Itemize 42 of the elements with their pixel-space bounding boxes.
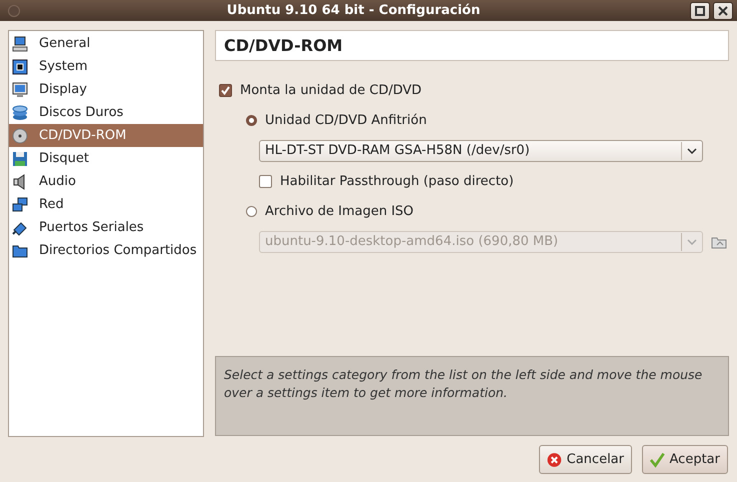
category-item[interactable]: Disquet — [9, 147, 203, 170]
disk-stack-icon — [12, 104, 28, 120]
monitor-icon — [12, 82, 28, 98]
category-item[interactable]: Discos Duros — [9, 101, 203, 124]
plug-icon — [12, 220, 28, 236]
network-icon — [12, 196, 28, 212]
chevron-down-icon — [687, 238, 697, 244]
cancel-button[interactable]: Cancelar — [539, 445, 632, 474]
category-item[interactable]: CD/DVD-ROM — [9, 124, 203, 147]
radio-button[interactable] — [246, 114, 257, 126]
category-item[interactable]: Audio — [9, 170, 203, 193]
radio-label: Archivo de Imagen ISO — [265, 204, 414, 218]
close-icon — [718, 6, 728, 16]
folder-icon — [711, 234, 727, 248]
checkbox-label: Habilitar Passthrough (paso directo) — [280, 174, 514, 188]
checkmark-icon — [650, 452, 665, 468]
category-item[interactable]: Puertos Seriales — [9, 216, 203, 239]
dropdown[interactable]: HL-DT-ST DVD-RAM GSA-H58N (/dev/sr0) — [259, 140, 703, 162]
category-item[interactable]: System — [9, 55, 203, 78]
category-item[interactable]: General — [9, 32, 203, 55]
checkbox[interactable] — [219, 84, 232, 96]
checkbox-label: Monta la unidad de CD/DVD — [240, 82, 422, 98]
info-text: Select a settings category from the list on the left side and move the mouse over a settings item to get more information. — [215, 356, 729, 436]
category-item[interactable]: Red — [9, 193, 203, 216]
chevron-down-icon — [687, 148, 697, 154]
checkbox[interactable] — [259, 174, 272, 188]
category-item[interactable]: Directorios Compartidos — [9, 239, 203, 262]
category-item[interactable]: Display — [9, 78, 203, 101]
disc-icon — [12, 128, 28, 144]
page-title: CD/DVD-ROM — [215, 30, 729, 61]
close-button[interactable] — [713, 2, 733, 20]
folder-icon — [12, 242, 28, 258]
floppy-icon — [12, 150, 28, 166]
accept-button[interactable]: Aceptar — [642, 445, 728, 474]
chip-icon — [12, 58, 28, 74]
computer-icon — [12, 36, 28, 52]
maximize-icon — [695, 6, 705, 16]
maximize-button[interactable] — [690, 2, 710, 20]
checkmark-icon — [220, 84, 231, 96]
window-title: Ubuntu 9.10 64 bit - Configuración — [226, 3, 482, 18]
radio-label: Unidad CD/DVD Anfitrión — [265, 112, 427, 128]
cancel-icon — [547, 452, 562, 468]
